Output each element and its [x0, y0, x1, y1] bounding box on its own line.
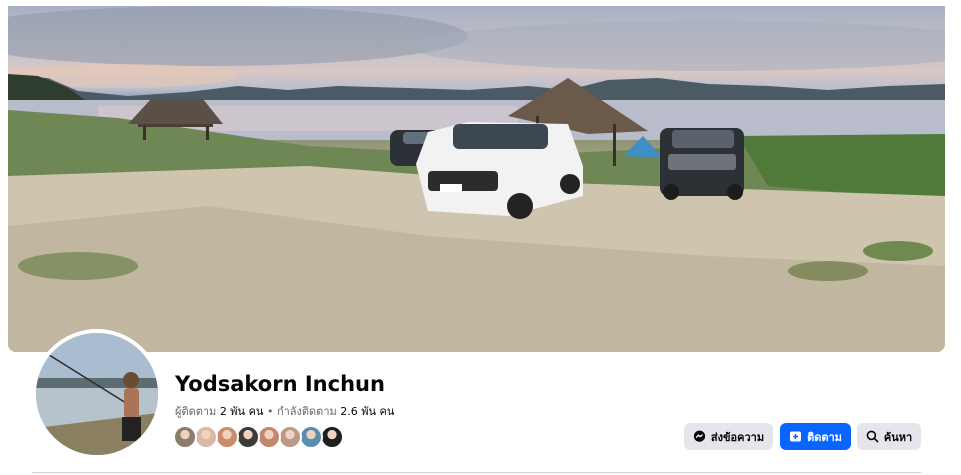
follower-avatars — [173, 425, 353, 450]
follower-avatar[interactable] — [320, 425, 344, 449]
profile-page: Yodsakorn Inchun ผู้ติดตาม 2 พัน คน • กำ… — [0, 0, 961, 475]
cover-photo-scene — [8, 6, 945, 352]
search-icon — [866, 430, 879, 443]
search-button-label: ค้นหา — [883, 430, 913, 444]
follower-avatar[interactable] — [173, 425, 197, 449]
search-button[interactable]: ค้นหา — [857, 423, 921, 450]
profile-avatar[interactable] — [32, 329, 162, 459]
stats-separator: • — [263, 405, 277, 418]
follower-avatar[interactable] — [236, 425, 260, 449]
following-label[interactable]: กำลังติดตาม — [277, 405, 337, 418]
follower-avatar[interactable] — [257, 425, 281, 449]
following-count[interactable]: 2.6 พัน คน — [340, 405, 394, 418]
follower-avatar[interactable] — [278, 425, 302, 449]
cover-photo[interactable] — [8, 6, 945, 352]
message-button-label: ส่งข้อความ — [710, 430, 765, 444]
profile-name: Yodsakorn Inchun — [175, 372, 385, 396]
follower-avatar[interactable] — [299, 425, 323, 449]
follow-button-label: ติดตาม — [807, 430, 842, 444]
profile-stats: ผู้ติดตาม 2 พัน คน • กำลังติดตาม 2.6 พัน… — [175, 402, 394, 420]
follow-button[interactable]: ติดตาม — [780, 423, 851, 450]
followers-label[interactable]: ผู้ติดตาม — [175, 405, 216, 418]
divider — [32, 472, 921, 473]
message-button[interactable]: ส่งข้อความ — [684, 423, 773, 450]
follower-avatar[interactable] — [194, 425, 218, 449]
follower-avatar[interactable] — [215, 425, 239, 449]
messenger-icon — [693, 430, 706, 442]
avatar-image — [36, 333, 158, 455]
follow-icon — [790, 431, 802, 442]
followers-count[interactable]: 2 พัน คน — [220, 405, 264, 418]
